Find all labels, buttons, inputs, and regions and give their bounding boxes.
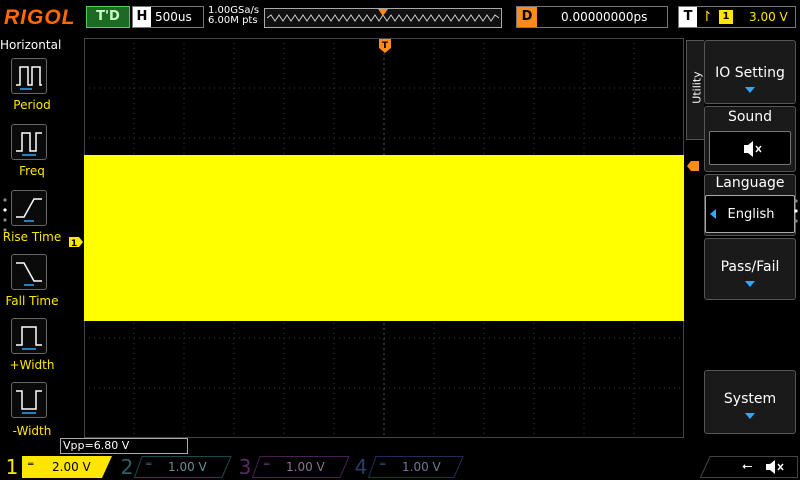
channel-1-offset-marker[interactable]: 1 xyxy=(68,233,84,249)
svg-text:T: T xyxy=(382,41,389,51)
delay-key: D xyxy=(517,7,537,27)
chevron-down-icon xyxy=(745,281,755,287)
positive-width-button[interactable] xyxy=(11,318,47,354)
freq-button[interactable] xyxy=(11,124,47,160)
trigger-key: T xyxy=(679,7,697,27)
delay-value: 0.00000000ps xyxy=(561,10,648,24)
utility-tab-label: Utility xyxy=(690,71,704,104)
channel-1-number: 1 xyxy=(5,455,19,479)
channel-3-tab[interactable]: 3 ═ 1.00 V xyxy=(234,454,350,480)
timebase-key: H xyxy=(133,7,151,27)
channel-4-scale: 1.00 V xyxy=(402,460,441,474)
rise-time-icon xyxy=(16,198,42,222)
channel-1-scale: 2.00 V xyxy=(52,460,91,474)
language-label: Language xyxy=(715,175,785,191)
fall-time-label: Fall Time xyxy=(5,294,59,308)
positive-width-label: +Width xyxy=(9,358,55,372)
left-menu-title: Horizontal xyxy=(0,38,62,52)
utility-menu-tab: Utility xyxy=(686,40,704,140)
channel-3-scale: 1.00 V xyxy=(286,460,325,474)
fall-time-icon xyxy=(16,262,42,286)
speaker-muted-icon xyxy=(744,141,762,157)
dc-coupling-icon: ═ xyxy=(380,460,386,470)
frequency-icon xyxy=(16,132,42,156)
top-status-bar: RIGOL T'D H 500us 1.00GSa/s 6.00M pts D … xyxy=(0,0,800,36)
timebase-value: 500us xyxy=(155,10,192,24)
channel-4-tab[interactable]: 4 ═ 1.00 V xyxy=(350,454,464,480)
negative-width-icon xyxy=(16,390,42,414)
sample-info: 1.00GSa/s 6.00M pts xyxy=(208,6,259,26)
system-button[interactable]: System xyxy=(704,370,796,434)
trigger-readout[interactable]: T ↾ 1 3.00 V xyxy=(678,6,796,28)
io-setting-button[interactable]: IO Setting xyxy=(704,40,796,104)
channel-1-waveform xyxy=(84,155,684,321)
chevron-down-icon xyxy=(745,87,755,93)
dc-coupling-icon: ═ xyxy=(146,460,152,470)
dc-coupling-icon: ═ xyxy=(28,460,34,470)
language-value: English xyxy=(727,207,775,222)
usb-icon: ⭠ xyxy=(742,459,753,474)
vpp-measurement: Vpp=6.80 V xyxy=(60,438,188,454)
channel-1-marker-label: 1 xyxy=(71,239,77,248)
left-menu-page-indicator xyxy=(3,196,7,236)
system-label: System xyxy=(723,391,777,407)
waveform-display[interactable] xyxy=(84,38,684,438)
trigger-source-badge: 1 xyxy=(719,10,733,24)
trigger-level-marker[interactable] xyxy=(686,157,700,171)
negative-width-button[interactable] xyxy=(11,382,47,418)
period-icon xyxy=(16,66,42,90)
pass-fail-label: Pass/Fail xyxy=(720,259,780,275)
rising-edge-icon: ↾ xyxy=(701,9,713,25)
io-setting-label: IO Setting xyxy=(715,65,785,81)
sound-label: Sound xyxy=(727,109,773,125)
period-button[interactable] xyxy=(11,58,47,94)
trigger-position-icon xyxy=(378,9,388,16)
rise-time-label: Rise Time xyxy=(2,230,62,244)
channel-1-tab[interactable]: 1 ═ 2.00 V xyxy=(0,454,112,480)
chevron-down-icon xyxy=(745,413,755,419)
rise-time-button[interactable] xyxy=(11,190,47,226)
graticule xyxy=(84,38,684,438)
language-value-box: English xyxy=(705,195,795,233)
sound-value-box xyxy=(709,131,791,165)
trigger-status-badge: T'D xyxy=(86,6,130,28)
channel-2-tab[interactable]: 2 ═ 1.00 V xyxy=(116,454,232,480)
memory-depth: 6.00M pts xyxy=(208,15,258,26)
dc-coupling-icon: ═ xyxy=(264,460,270,470)
language-button[interactable]: Language English xyxy=(704,174,796,236)
brand-logo: RIGOL xyxy=(4,6,76,29)
memory-strip xyxy=(264,8,502,28)
sound-button[interactable]: Sound xyxy=(704,106,796,172)
speaker-muted-icon xyxy=(766,460,784,474)
channel-bar: 1 ═ 2.00 V 2 ═ 1.00 V 3 ═ 1.00 V 4 ═ 1.0… xyxy=(0,454,800,480)
fall-time-button[interactable] xyxy=(11,254,47,290)
channel-2-scale: 1.00 V xyxy=(168,460,207,474)
negative-width-label: -Width xyxy=(12,424,52,438)
delay-readout[interactable]: D 0.00000000ps xyxy=(516,6,668,28)
freq-label: Freq xyxy=(19,164,45,178)
right-menu-page-indicator xyxy=(794,196,798,226)
trigger-position-marker[interactable]: T xyxy=(378,38,392,54)
period-label: Period xyxy=(13,98,51,112)
pass-fail-button[interactable]: Pass/Fail xyxy=(704,238,796,300)
memory-waveform-icon xyxy=(266,9,500,22)
trigger-level: 3.00 V xyxy=(749,10,788,24)
positive-width-icon xyxy=(16,326,42,350)
timebase-readout[interactable]: H 500us xyxy=(132,6,204,28)
